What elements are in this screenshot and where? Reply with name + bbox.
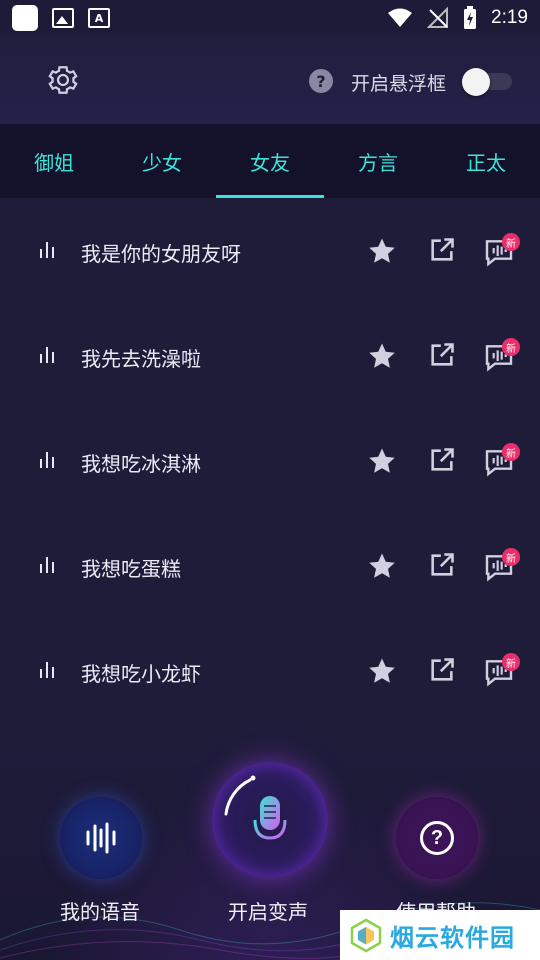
battery-charging-icon — [464, 6, 477, 29]
audio-bars-icon — [38, 557, 56, 573]
tab-zhengtai[interactable]: 正太 — [432, 124, 540, 198]
wifi-icon — [388, 8, 413, 27]
my-voice-button[interactable] — [60, 797, 142, 879]
voice-item-text: 我想吃小龙虾 — [81, 662, 201, 686]
category-tabs: 御姐 少女 女友 方言 正太 — [0, 124, 540, 198]
image-notification-icon — [52, 8, 74, 28]
star-icon[interactable] — [367, 236, 397, 266]
status-time: 2:19 — [491, 7, 528, 28]
help-icon[interactable]: ? — [309, 69, 333, 93]
start-voice-change-label: 开启变声 — [228, 900, 308, 924]
tab-shaonv[interactable]: 少女 — [108, 124, 216, 198]
share-icon[interactable] — [428, 551, 456, 579]
start-voice-change-button[interactable] — [212, 762, 328, 878]
floating-window-toggle[interactable] — [462, 68, 512, 96]
voice-list: 我是你的女朋友呀 新 我先去洗澡啦 新 我想吃冰淇淋 新 我想吃蛋糕 新 我想吃… — [0, 198, 540, 723]
status-bar: A 2:19 — [0, 0, 540, 36]
voice-item-text: 我想吃蛋糕 — [81, 557, 181, 581]
new-badge: 新 — [502, 443, 520, 461]
share-icon[interactable] — [428, 341, 456, 369]
app-notification-icon — [12, 5, 38, 31]
toggle-knob — [462, 68, 490, 96]
share-icon[interactable] — [428, 236, 456, 264]
no-signal-icon — [427, 7, 449, 28]
new-badge: 新 — [502, 233, 520, 251]
tab-yujie[interactable]: 御姐 — [0, 124, 108, 198]
audio-wave-icon — [86, 822, 116, 854]
star-icon[interactable] — [367, 551, 397, 581]
star-icon[interactable] — [367, 446, 397, 476]
watermark-text: 烟云软件园 — [390, 923, 515, 952]
list-item[interactable]: 我想吃蛋糕 新 — [0, 513, 540, 618]
tab-fangyan[interactable]: 方言 — [324, 124, 432, 198]
new-badge: 新 — [502, 653, 520, 671]
text-notification-icon: A — [88, 8, 110, 28]
share-icon[interactable] — [428, 656, 456, 684]
floating-window-label: 开启悬浮框 — [351, 73, 447, 95]
list-item[interactable]: 我想吃冰淇淋 新 — [0, 408, 540, 513]
star-icon[interactable] — [367, 656, 397, 686]
watermark-logo-icon — [350, 918, 382, 953]
audio-bars-icon — [38, 662, 56, 678]
microphone-icon — [224, 775, 287, 846]
list-item[interactable]: 我是你的女朋友呀 新 — [0, 198, 540, 303]
audio-bars-icon — [38, 452, 56, 468]
question-icon: ? — [420, 821, 454, 855]
voice-item-text: 我是你的女朋友呀 — [81, 242, 241, 266]
watermark: 烟云软件园 — [340, 910, 540, 960]
list-item[interactable]: 我想吃小龙虾 新 — [0, 618, 540, 723]
list-item[interactable]: 我先去洗澡啦 新 — [0, 303, 540, 408]
gear-icon[interactable] — [46, 63, 80, 97]
my-voice-label: 我的语音 — [60, 900, 140, 924]
top-bar: ? 开启悬浮框 — [0, 36, 540, 124]
star-icon[interactable] — [367, 341, 397, 371]
tab-nvyou[interactable]: 女友 — [216, 124, 324, 198]
audio-bars-icon — [38, 347, 56, 363]
voice-item-text: 我想吃冰淇淋 — [81, 452, 201, 476]
share-icon[interactable] — [428, 446, 456, 474]
new-badge: 新 — [502, 548, 520, 566]
audio-bars-icon — [38, 242, 56, 258]
usage-help-button[interactable]: ? — [396, 797, 478, 879]
voice-item-text: 我先去洗澡啦 — [81, 347, 201, 371]
new-badge: 新 — [502, 338, 520, 356]
